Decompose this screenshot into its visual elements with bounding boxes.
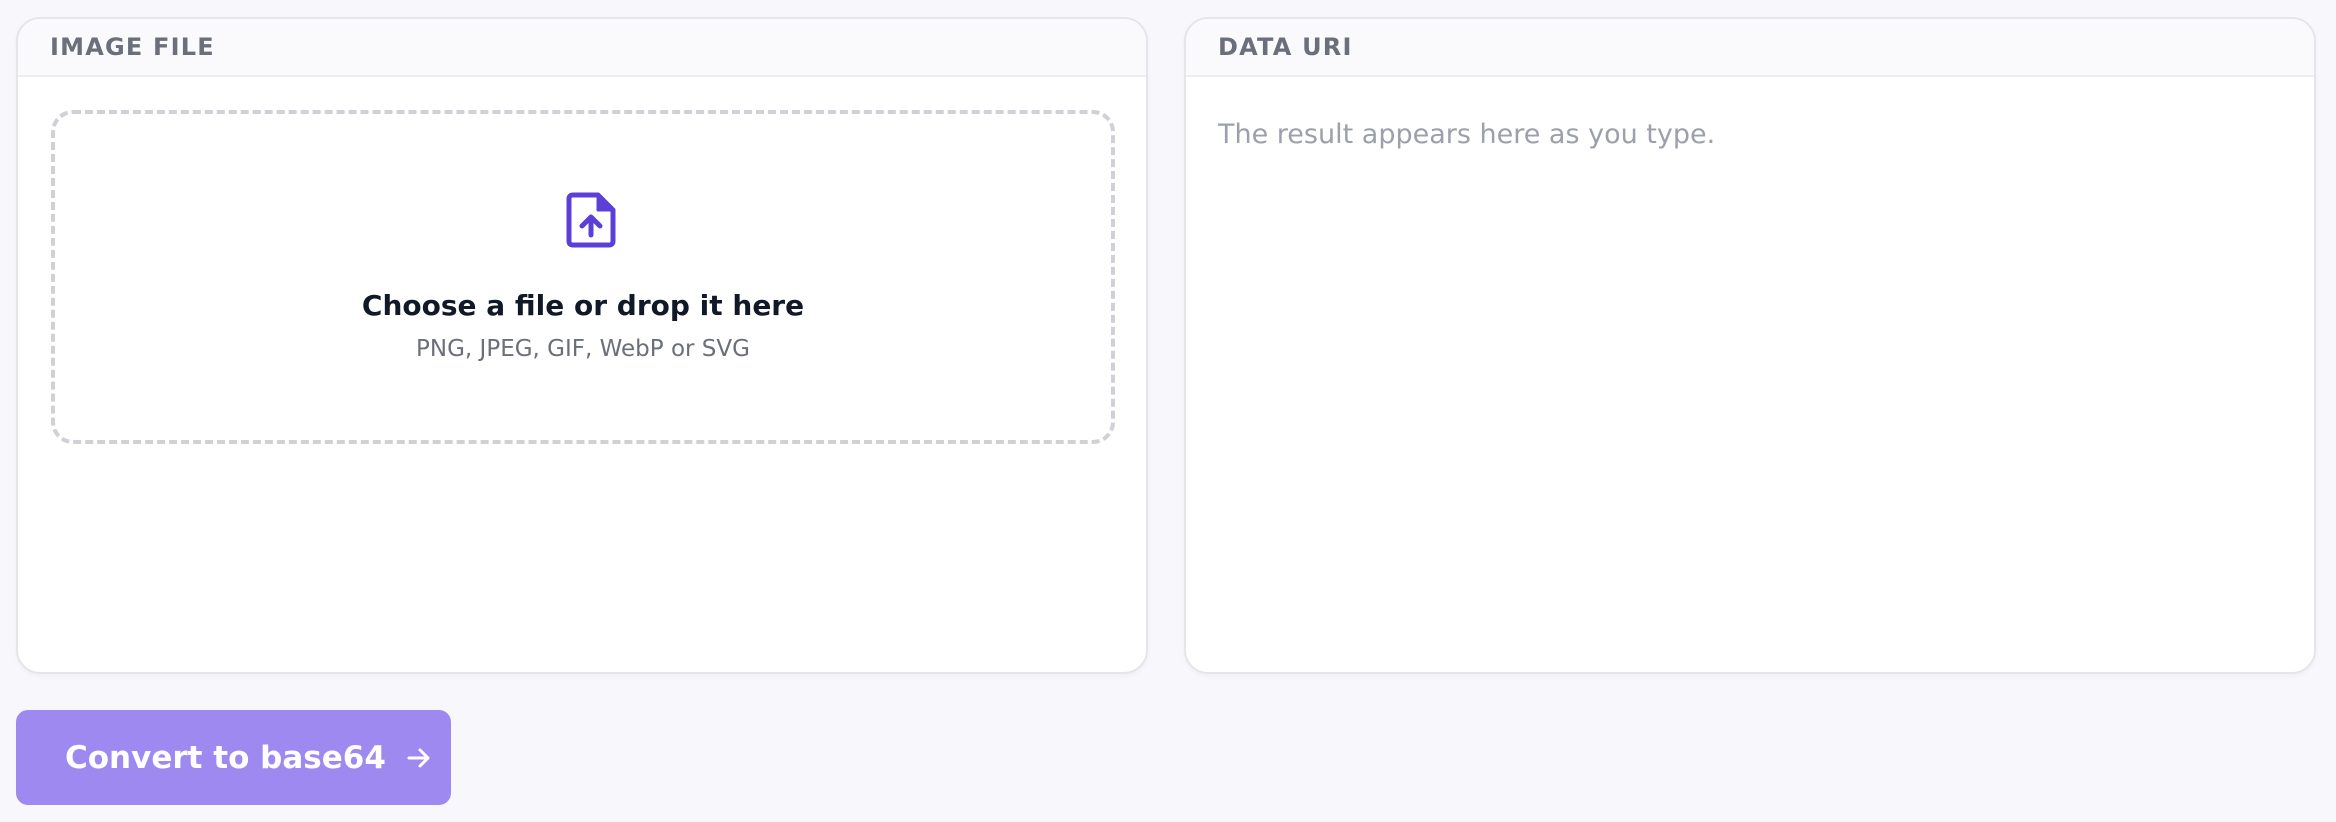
file-upload-icon xyxy=(566,192,616,248)
data-uri-header: DATA URI xyxy=(1186,19,2314,77)
convert-button-label: Convert to base64 xyxy=(65,739,386,776)
convert-to-base64-button[interactable]: Convert to base64 xyxy=(16,710,451,805)
file-dropzone[interactable]: Choose a file or drop it here PNG, JPEG,… xyxy=(51,110,1115,444)
image-file-header: IMAGE FILE xyxy=(18,19,1146,77)
data-uri-output[interactable] xyxy=(1186,77,2314,672)
data-uri-panel: DATA URI xyxy=(1184,17,2316,674)
arrow-right-icon xyxy=(407,748,430,767)
image-file-panel: IMAGE FILE Choose a file or drop it here… xyxy=(16,17,1148,674)
accepted-formats-hint: PNG, JPEG, GIF, WebP or SVG xyxy=(416,336,750,362)
dropzone-title: Choose a file or drop it here xyxy=(361,289,805,322)
